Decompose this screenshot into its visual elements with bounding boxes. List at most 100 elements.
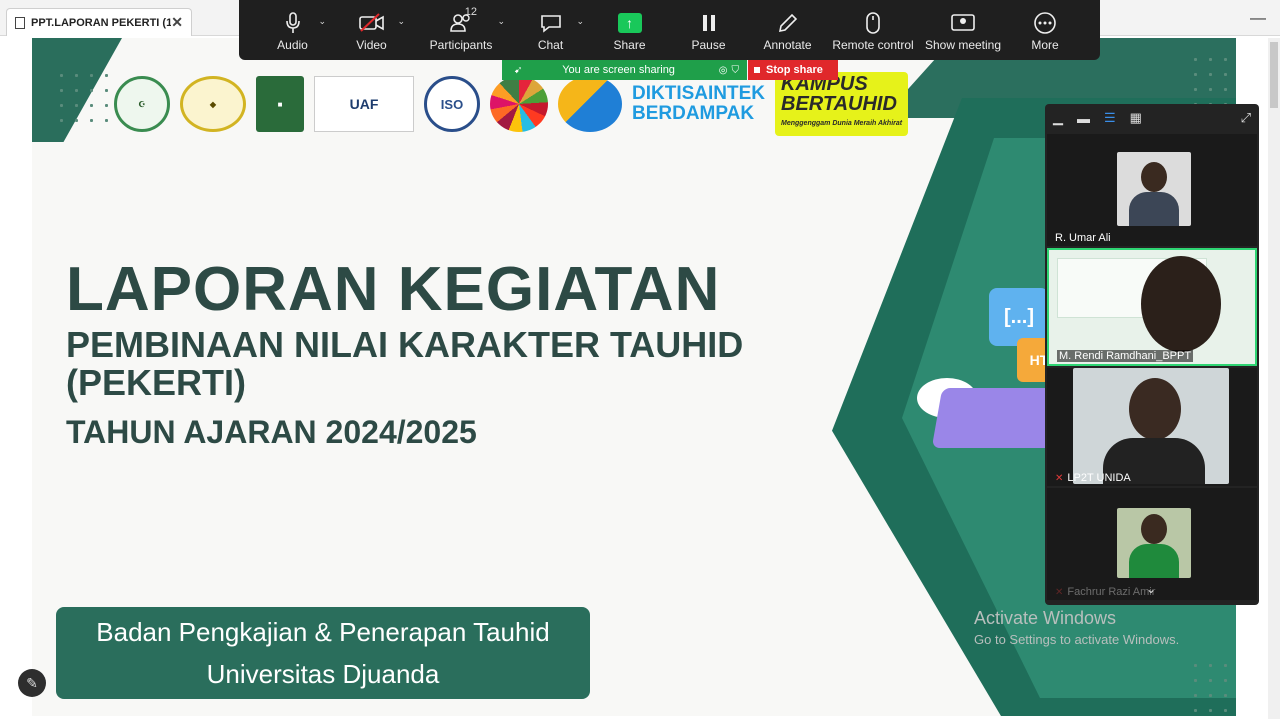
document-icon xyxy=(15,16,25,29)
expand-icon[interactable]: ⤢ xyxy=(1241,110,1251,126)
speaker-view-icon[interactable]: ☰ xyxy=(1104,110,1116,126)
footer-line1: Badan Pengkajian & Penerapan Tauhid xyxy=(96,617,550,647)
share-button[interactable]: ↑ Share xyxy=(590,0,669,60)
swirl-logo xyxy=(558,76,622,132)
more-button[interactable]: More xyxy=(1007,0,1083,60)
activate-windows-subtitle: Go to Settings to activate Windows. xyxy=(974,632,1180,647)
minimize-icon[interactable]: — xyxy=(1250,10,1266,28)
scrollbar[interactable] xyxy=(1268,38,1280,719)
dot-pattern-bottom xyxy=(1188,658,1236,716)
participant-tile-active[interactable]: M. Rendi Ramdhani_BPPT xyxy=(1047,248,1257,366)
chevron-down-icon[interactable]: ⌄ xyxy=(497,16,505,27)
pin-icon[interactable]: ➹ xyxy=(514,65,522,76)
audio-button[interactable]: Audio ⌄ xyxy=(253,0,332,60)
more-icon xyxy=(1033,8,1057,38)
show-meeting-label: Show meeting xyxy=(924,38,1002,52)
diktisaintek-logo: DIKTISAINTEK BERDAMPAK xyxy=(632,84,765,124)
pause-button[interactable]: Pause xyxy=(669,0,748,60)
diktisaintek-line2: BERDAMPAK xyxy=(632,103,755,124)
kampus-bertauhid-logo: KAMPUS BERTAUHID Menggenggam Dunia Merai… xyxy=(775,72,909,136)
participant-name-row: ✕ Fachrur Razi Amir xyxy=(1055,586,1155,598)
meeting-window-icon xyxy=(951,8,975,38)
logo-strip: ☪ ◆ ■ UAF ISO DIKTISAINTEK BERDAMPAK KAM… xyxy=(114,72,909,136)
annotate-button[interactable]: Annotate xyxy=(748,0,827,60)
stop-share-label: Stop share xyxy=(766,64,823,76)
avatar-body xyxy=(1129,544,1179,578)
chevron-down-icon[interactable]: ⌄ xyxy=(576,16,584,27)
pause-icon xyxy=(702,8,716,38)
remote-control-label: Remote control xyxy=(832,38,914,52)
chevron-down-icon[interactable]: ⌄ xyxy=(1146,582,1156,596)
activate-windows-title: Activate Windows xyxy=(974,608,1117,628)
stop-share-button[interactable]: Stop share xyxy=(748,60,838,80)
kampus-tagline: Menggenggam Dunia Meraih Akhirat xyxy=(781,120,903,127)
slide-year: TAHUN AJARAN 2024/2025 xyxy=(66,414,477,450)
participants-label: Participants xyxy=(429,38,493,52)
single-view-icon[interactable]: ▬ xyxy=(1077,111,1090,126)
audio-label: Audio xyxy=(277,38,308,52)
pause-label: Pause xyxy=(691,38,726,52)
footer-banner: Badan Pengkajian & Penerapan Tauhid Univ… xyxy=(56,607,590,699)
iso-logo: ISO xyxy=(424,76,480,132)
footer-line2: Universitas Djuanda xyxy=(206,659,440,689)
panel-header: ▁ ▬ ☰ ▦ ⤢ xyxy=(1045,104,1259,132)
more-label: More xyxy=(1031,38,1059,52)
status-icon: ◎ xyxy=(718,64,728,76)
chevron-down-icon[interactable]: ⌄ xyxy=(397,16,405,27)
participant-video xyxy=(1117,152,1191,226)
slide-title: LAPORAN KEGIATAN xyxy=(66,255,721,324)
screen-sharing-banner: ➹ You are screen sharing ◎ ⛉ xyxy=(502,60,747,80)
mic-muted-icon: ✕ xyxy=(1055,473,1064,484)
participants-count: 12 xyxy=(464,6,477,18)
annotate-label: Annotate xyxy=(763,38,812,52)
show-meeting-button[interactable]: Show meeting xyxy=(919,0,1007,60)
participant-name: R. Umar Ali xyxy=(1055,232,1111,244)
participant-name: M. Rendi Ramdhani_BPPT xyxy=(1057,350,1194,362)
participant-name: LP2T UNIDA xyxy=(1067,472,1131,484)
avatar-body xyxy=(1129,192,1179,226)
mosque-logo: ☪ xyxy=(114,76,170,132)
microphone-icon xyxy=(285,8,300,38)
video-panel: ▁ ▬ ☰ ▦ ⤢ R. Umar Ali M. Rendi Ramdhani_… xyxy=(1045,104,1259,605)
kampus-line2: BERTAUHID xyxy=(781,93,897,115)
chat-label: Chat xyxy=(537,38,564,52)
participant-video xyxy=(1117,508,1191,578)
participant-name-row: ✕ LP2T UNIDA xyxy=(1055,472,1131,484)
dot-pattern xyxy=(54,68,114,128)
mouse-icon xyxy=(865,8,881,38)
avatar xyxy=(1141,162,1167,192)
shield-icon: ⛉ xyxy=(731,64,740,76)
close-icon[interactable]: ✕ xyxy=(171,14,183,31)
annotate-pencil-button[interactable]: ✎ xyxy=(18,669,46,697)
share-label: Share xyxy=(613,38,646,52)
participant-tile[interactable]: R. Umar Ali xyxy=(1047,134,1257,246)
minimize-panel-icon[interactable]: ▁ xyxy=(1053,110,1063,126)
browser-tab[interactable]: PPT.LAPORAN PEKERTI (1) ✕ xyxy=(6,8,192,36)
uaf-logo: UAF xyxy=(314,76,414,132)
tab-title: PPT.LAPORAN PEKERTI (1) xyxy=(31,16,172,29)
video-label: Video xyxy=(356,38,387,52)
remote-control-button[interactable]: Remote control xyxy=(827,0,919,60)
avatar xyxy=(1141,514,1167,544)
stop-icon xyxy=(754,67,760,73)
participant-tile[interactable]: ✕ LP2T UNIDA xyxy=(1047,368,1257,486)
chat-icon xyxy=(540,8,562,38)
scrollbar-thumb[interactable] xyxy=(1270,42,1278,108)
diktisaintek-line1: DIKTISAINTEK xyxy=(632,83,765,104)
dot-pattern-right xyxy=(1188,52,1236,112)
avatar xyxy=(1141,256,1221,352)
chevron-down-icon[interactable]: ⌄ xyxy=(318,16,326,27)
participants-button[interactable]: Participants 12 ⌄ xyxy=(411,0,511,60)
gallery-view-icon[interactable]: ▦ xyxy=(1130,110,1142,126)
participant-video xyxy=(1073,368,1229,484)
university-logo: ■ xyxy=(256,76,304,132)
meeting-toolbar: Audio ⌄ Video ⌄ Participants 12 ⌄ Chat ⌄… xyxy=(239,0,1100,60)
sdg-logo xyxy=(490,76,548,132)
chat-button[interactable]: Chat ⌄ xyxy=(511,0,590,60)
participant-name: Fachrur Razi Amir xyxy=(1067,586,1156,598)
avatar xyxy=(1129,378,1181,440)
video-off-icon xyxy=(358,8,385,38)
slide-subtitle: PEMBINAAN NILAI KARAKTER TAUHID (PEKERTI… xyxy=(66,324,744,403)
video-button[interactable]: Video ⌄ xyxy=(332,0,411,60)
crest-logo: ◆ xyxy=(180,76,246,132)
